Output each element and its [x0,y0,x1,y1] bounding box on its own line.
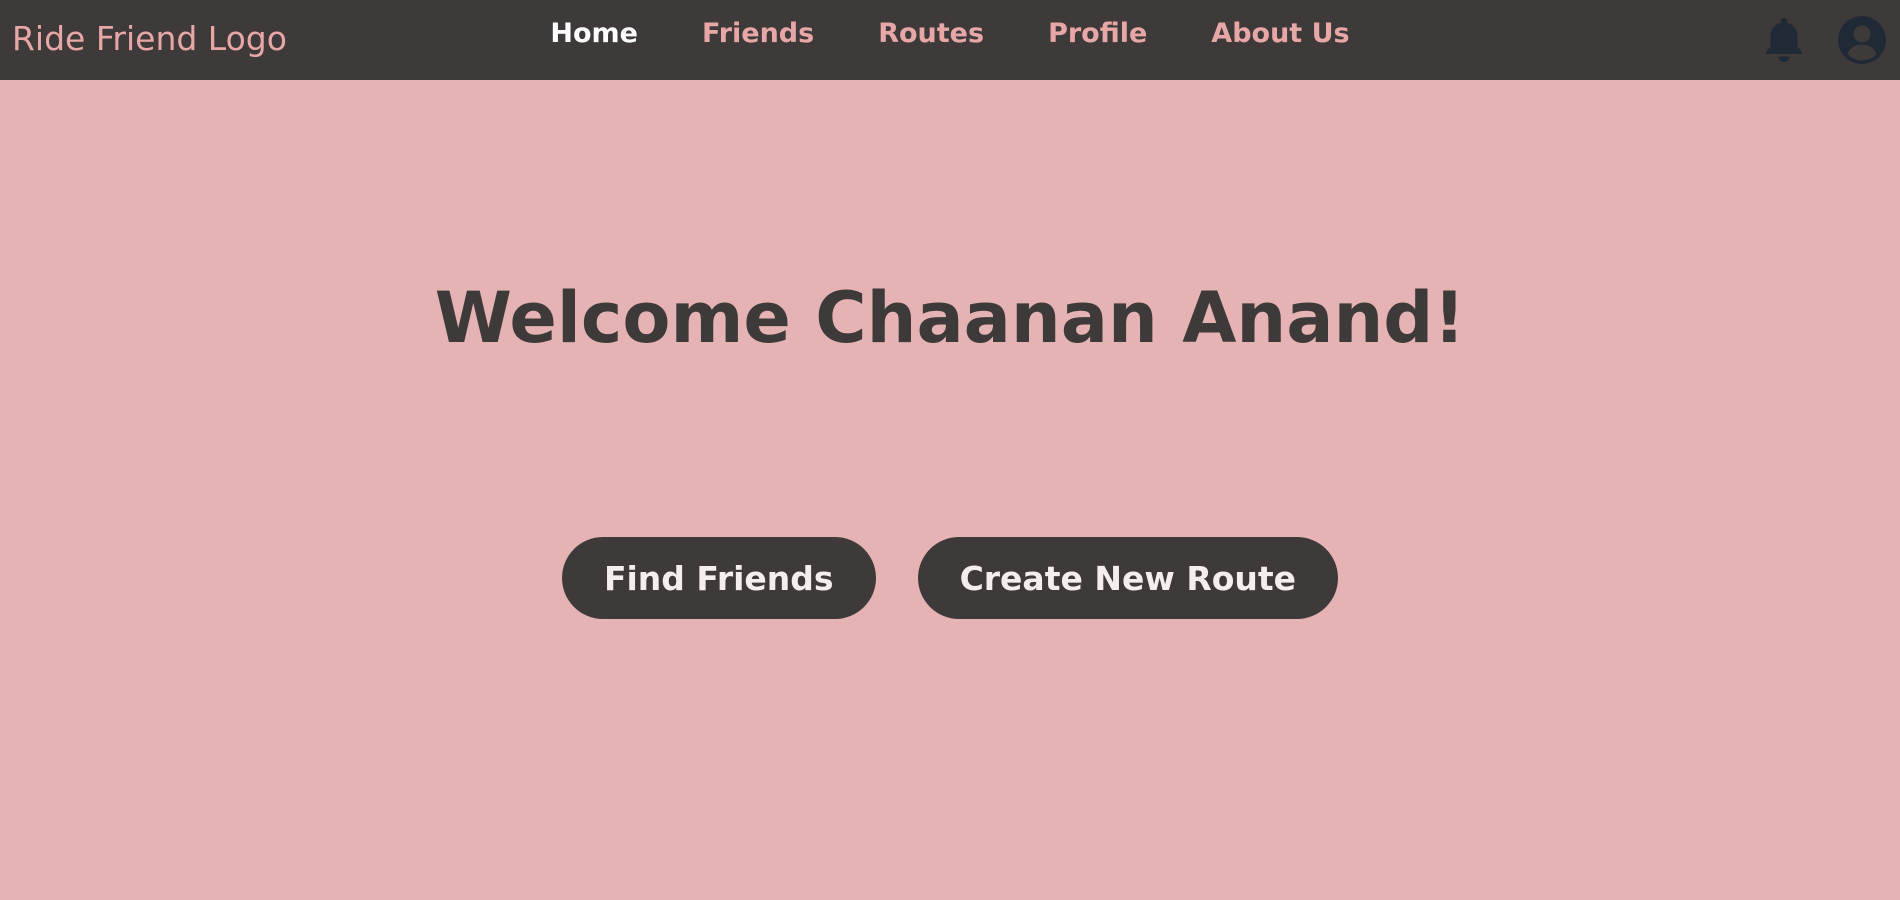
nav-link-routes[interactable]: Routes [878,18,984,49]
nav-link-friends[interactable]: Friends [702,18,814,49]
top-navbar: Ride Friend Logo Home Friends Routes Pro… [0,0,1900,80]
nav-link-home[interactable]: Home [550,18,638,49]
site-logo[interactable]: Ride Friend Logo [12,0,287,80]
welcome-heading: Welcome Chaanan Anand! [434,277,1466,359]
nav-link-profile[interactable]: Profile [1048,18,1147,49]
bell-icon [1766,18,1802,62]
nav-icons [1760,0,1886,80]
notifications-button[interactable] [1760,16,1808,64]
create-new-route-button[interactable]: Create New Route [917,537,1339,619]
user-avatar-icon [1838,16,1886,64]
nav-link-about-us[interactable]: About Us [1211,18,1349,49]
main-content: Welcome Chaanan Anand! Find Friends Crea… [0,80,1900,900]
account-button[interactable] [1838,16,1886,64]
find-friends-button[interactable]: Find Friends [561,537,876,619]
action-buttons: Find Friends Create New Route [0,537,1900,619]
